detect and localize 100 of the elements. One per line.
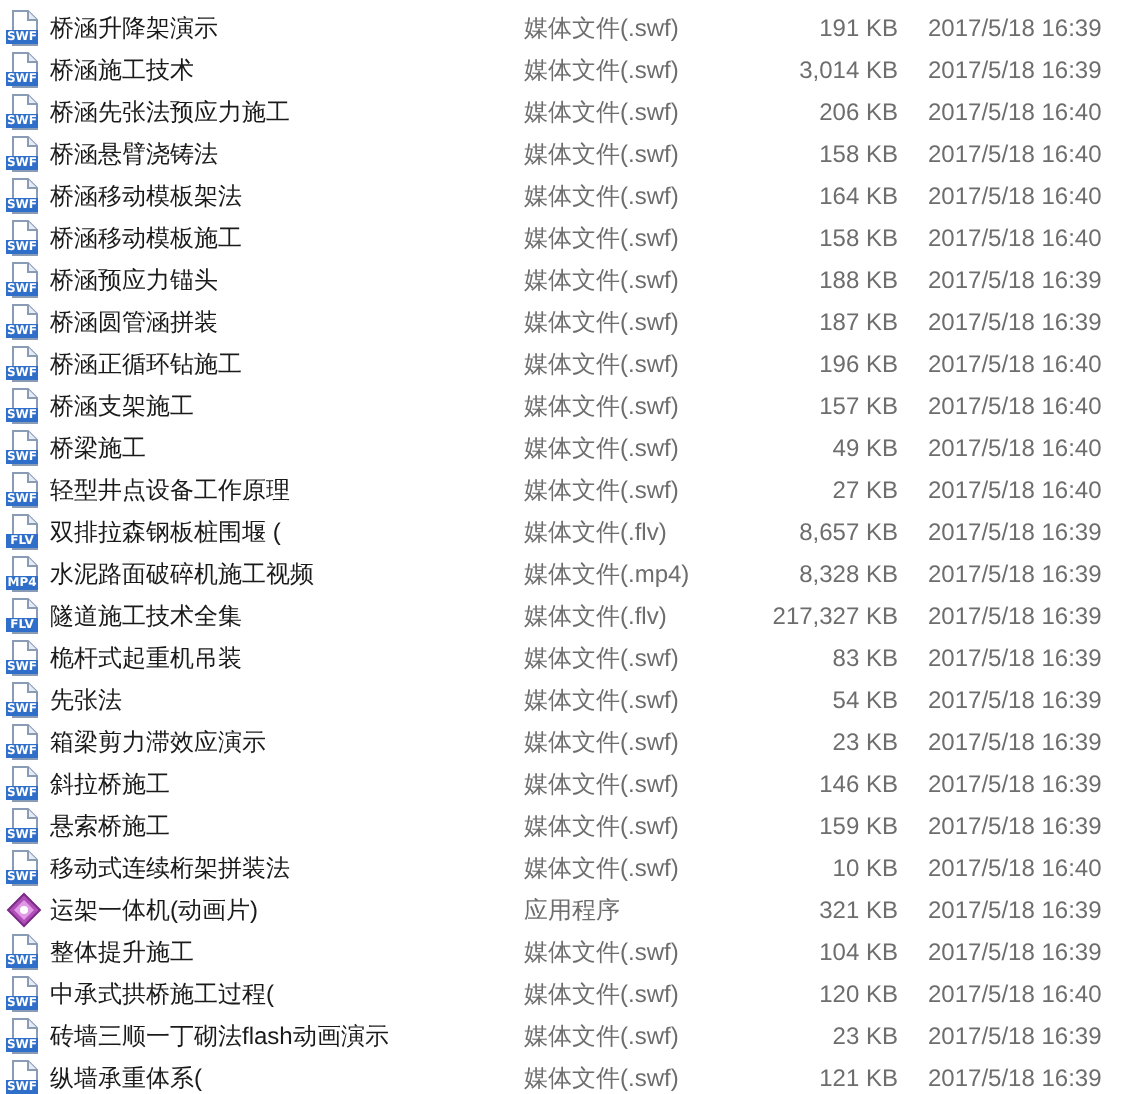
file-size: 54 KB: [830, 683, 898, 717]
file-size: 8,328 KB: [797, 557, 898, 591]
file-size: 27 KB: [830, 473, 898, 507]
file-name[interactable]: 纵墙承重体系(: [50, 1059, 524, 1094]
file-size: 3,014 KB: [797, 53, 898, 87]
file-size: 10 KB: [830, 851, 898, 885]
file-name[interactable]: 桥梁施工: [50, 429, 524, 465]
file-type: 媒体文件(.swf): [524, 641, 681, 675]
file-size: 121 KB: [817, 1061, 898, 1094]
file-type: 媒体文件(.swf): [524, 305, 681, 339]
modified-date: 2017/5/18 16:40: [928, 95, 1102, 129]
file-size: 104 KB: [817, 935, 898, 969]
modified-date: 2017/5/18 16:40: [928, 389, 1102, 423]
file-size: 23 KB: [830, 725, 898, 759]
file-name[interactable]: 水泥路面破碎机施工视频: [50, 555, 524, 591]
file-type: 媒体文件(.swf): [524, 95, 681, 129]
file-name[interactable]: 桥涵支架施工: [50, 387, 524, 423]
file-type: 媒体文件(.swf): [524, 473, 681, 507]
file-size: 191 KB: [817, 11, 898, 45]
file-size: 321 KB: [817, 893, 898, 927]
file-name[interactable]: 运架一体机(动画片): [50, 891, 524, 927]
file-name[interactable]: 桥涵移动模板架法: [50, 177, 524, 213]
file-name[interactable]: 桥涵施工技术: [50, 51, 524, 87]
file-name[interactable]: 箱梁剪力滞效应演示: [50, 723, 524, 759]
file-name[interactable]: 桥涵移动模板施工: [50, 219, 524, 255]
file-type: 媒体文件(.swf): [524, 725, 681, 759]
file-size: 146 KB: [817, 767, 898, 801]
file-name[interactable]: 双排拉森钢板桩围堰 (: [50, 513, 524, 549]
file-name[interactable]: 桥涵升降架演示: [50, 9, 524, 45]
file-size: 159 KB: [817, 809, 898, 843]
file-name[interactable]: 悬索桥施工: [50, 807, 524, 843]
file-name[interactable]: 桥涵悬臂浇铸法: [50, 135, 524, 171]
file-type: 媒体文件(.swf): [524, 809, 681, 843]
modified-date: 2017/5/18 16:39: [928, 515, 1102, 549]
file-size: 83 KB: [830, 641, 898, 675]
file-type: 媒体文件(.swf): [524, 683, 681, 717]
file-type: 媒体文件(.swf): [524, 1061, 681, 1094]
modified-date: 2017/5/18 16:39: [928, 305, 1102, 339]
file-type: 媒体文件(.swf): [524, 11, 681, 45]
file-size: 49 KB: [830, 431, 898, 465]
modified-date: 2017/5/18 16:39: [928, 641, 1102, 675]
file-name[interactable]: 中承式拱桥施工过程(: [50, 975, 524, 1011]
file-type: 媒体文件(.swf): [524, 767, 681, 801]
modified-date: 2017/5/18 16:39: [928, 893, 1102, 927]
file-name[interactable]: 整体提升施工: [50, 933, 524, 969]
modified-date: 2017/5/18 16:40: [928, 851, 1102, 885]
modified-date: 2017/5/18 16:39: [928, 1019, 1102, 1053]
file-size: 187 KB: [817, 305, 898, 339]
modified-date: 2017/5/18 16:40: [928, 473, 1102, 507]
file-type: 媒体文件(.swf): [524, 221, 681, 255]
file-name[interactable]: 砖墙三顺一丁砌法flash动画演示: [50, 1017, 524, 1053]
modified-date: 2017/5/18 16:39: [928, 53, 1102, 87]
modified-date: 2017/5/18 16:39: [928, 599, 1102, 633]
modified-date: 2017/5/18 16:39: [928, 809, 1102, 843]
file-size: 23 KB: [830, 1019, 898, 1053]
modified-date: 2017/5/18 16:39: [928, 767, 1102, 801]
file-size: 206 KB: [817, 95, 898, 129]
file-name[interactable]: 斜拉桥施工: [50, 765, 524, 801]
file-name[interactable]: 桅杆式起重机吊装: [50, 639, 524, 675]
file-type: 媒体文件(.swf): [524, 977, 681, 1011]
file-type: 媒体文件(.flv): [524, 599, 669, 633]
file-name[interactable]: 桥涵圆管涵拼装: [50, 303, 524, 339]
file-size: 196 KB: [817, 347, 898, 381]
file-type: 媒体文件(.swf): [524, 389, 681, 423]
file-type: 媒体文件(.swf): [524, 263, 681, 297]
file-name[interactable]: 隧道施工技术全集: [50, 597, 524, 633]
file-size: 157 KB: [817, 389, 898, 423]
file-type: 媒体文件(.mp4): [524, 557, 692, 591]
file-type: 媒体文件(.swf): [524, 179, 681, 213]
modified-date: 2017/5/18 16:40: [928, 431, 1102, 465]
file-size: 164 KB: [817, 179, 898, 213]
file-size: 188 KB: [817, 263, 898, 297]
file-name[interactable]: 移动式连续桁架拼装法: [50, 849, 524, 885]
file-type: 媒体文件(.flv): [524, 515, 669, 549]
file-type: 媒体文件(.swf): [524, 53, 681, 87]
file-size: 8,657 KB: [797, 515, 898, 549]
file-type: 媒体文件(.swf): [524, 347, 681, 381]
modified-date: 2017/5/18 16:39: [928, 683, 1102, 717]
file-name[interactable]: 桥涵先张法预应力施工: [50, 93, 524, 129]
file-size: 158 KB: [817, 137, 898, 171]
modified-date: 2017/5/18 16:40: [928, 977, 1102, 1011]
file-type: 媒体文件(.swf): [524, 1019, 681, 1053]
file-name[interactable]: 先张法: [50, 681, 524, 717]
modified-date: 2017/5/18 16:39: [928, 1061, 1102, 1094]
file-type: 媒体文件(.swf): [524, 935, 681, 969]
file-size: 217,327 KB: [770, 599, 898, 633]
modified-date: 2017/5/18 16:39: [928, 557, 1102, 591]
file-type: 媒体文件(.swf): [524, 431, 681, 465]
file-type: 媒体文件(.swf): [524, 137, 681, 171]
modified-date: 2017/5/18 16:39: [928, 935, 1102, 969]
modified-date: 2017/5/18 16:39: [928, 263, 1102, 297]
file-size: 158 KB: [817, 221, 898, 255]
modified-date: 2017/5/18 16:39: [928, 11, 1102, 45]
app-icon: [6, 891, 42, 927]
file-name[interactable]: 桥涵正循环钻施工: [50, 345, 524, 381]
modified-date: 2017/5/18 16:40: [928, 347, 1102, 381]
modified-date: 2017/5/18 16:40: [928, 179, 1102, 213]
file-name[interactable]: 轻型井点设备工作原理: [50, 471, 524, 507]
file-name[interactable]: 桥涵预应力锚头: [50, 261, 524, 297]
modified-date: 2017/5/18 16:39: [928, 725, 1102, 759]
